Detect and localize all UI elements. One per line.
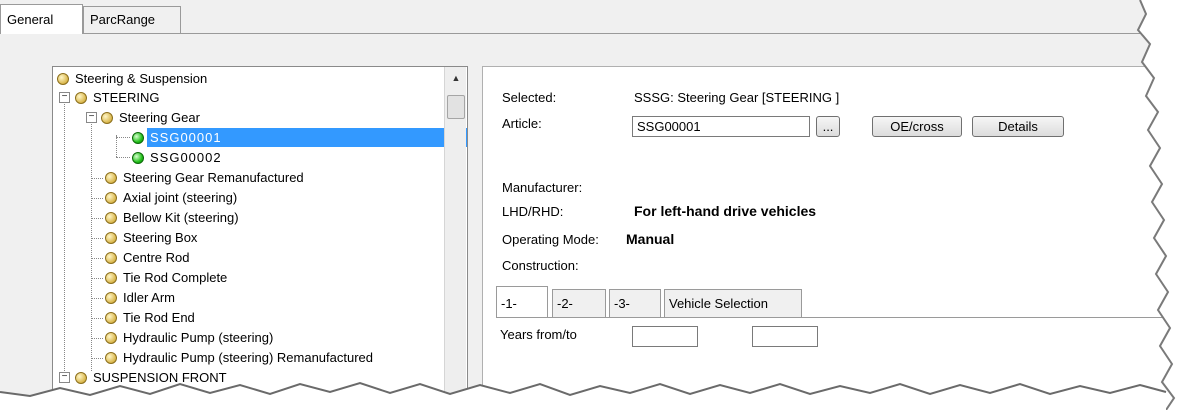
application-window: General ParcRange Steering & Suspension … bbox=[0, 0, 1193, 410]
tab-general[interactable]: General bbox=[0, 4, 83, 34]
torn-edge-decoration bbox=[0, 0, 1193, 410]
